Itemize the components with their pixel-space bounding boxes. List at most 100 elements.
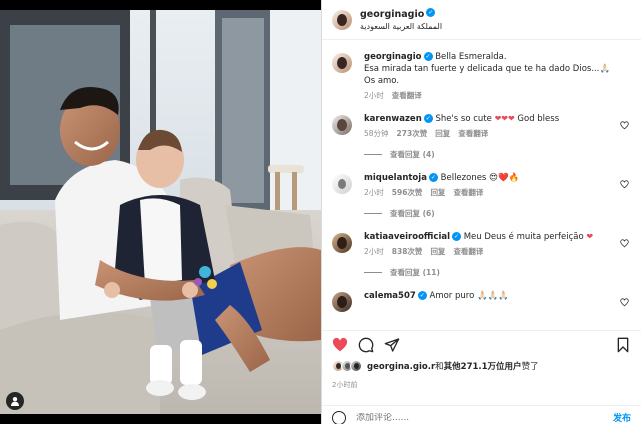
likes-suffix: 赞了: [521, 362, 539, 372]
like-heart-icon[interactable]: [332, 337, 348, 353]
caption-body: georginagio ✓ Bella Esmeralda. Esa mirada…: [364, 51, 614, 101]
comment-icon[interactable]: [358, 337, 374, 353]
person-icon: [11, 397, 19, 406]
view-replies-button[interactable]: 查看回复 (4): [364, 149, 631, 160]
post-header: georginagio ✓ المملكة العربية السعودية: [322, 0, 641, 40]
comment-avatar[interactable]: [332, 174, 352, 194]
comments-list[interactable]: georginagio ✓ Bella Esmeralda. Esa mirada…: [322, 41, 641, 327]
comment-like-icon[interactable]: [620, 121, 629, 130]
comment-likes[interactable]: 596次赞: [392, 187, 423, 198]
share-icon[interactable]: [384, 337, 400, 353]
comment-likes[interactable]: 838次赞: [392, 246, 423, 257]
caption-avatar[interactable]: [332, 53, 352, 73]
comment-message-suffix: God bless: [517, 114, 560, 124]
post-comment-button[interactable]: 发布: [613, 411, 631, 424]
comment-input[interactable]: [356, 412, 613, 423]
comment-body: katiaaveiroofficial ✓ Meu Deus é muita pe…: [364, 231, 614, 257]
caption-line-2: Esa mirada tan fuerte y delicada que te …: [364, 64, 611, 74]
comment-username[interactable]: calema507: [364, 291, 416, 301]
caption-translate-link[interactable]: 查看翻译: [392, 90, 422, 101]
comment-message: Amor puro 🙏🏻🙏🏻🙏🏻: [429, 291, 509, 301]
comment-like-icon[interactable]: [620, 239, 629, 248]
view-replies-button[interactable]: 查看回复 (11): [364, 267, 631, 278]
comment-avatar[interactable]: [332, 233, 352, 253]
comment-username[interactable]: karenwazen: [364, 114, 422, 124]
replies-divider: [364, 272, 382, 273]
post-photo[interactable]: [0, 0, 321, 424]
comment-reply-button[interactable]: 回复: [435, 128, 450, 139]
heart-emoji-icon: ❤❤❤: [494, 114, 515, 123]
comment-likes[interactable]: 273次赞: [397, 128, 428, 139]
replies-divider: [364, 154, 382, 155]
comment-translate-link[interactable]: 查看翻译: [458, 128, 488, 139]
post-actions: [322, 330, 641, 358]
comment-item: karenwazen ✓ She's so cute ❤❤❤ God bless …: [332, 113, 631, 139]
likes-others-link[interactable]: 其他271.1万位用户: [444, 362, 522, 372]
comment-translate-link[interactable]: 查看翻译: [453, 187, 483, 198]
comment-avatar[interactable]: [332, 292, 352, 312]
user-tag-button[interactable]: [6, 392, 24, 410]
replies-divider: [364, 213, 382, 214]
caption-time[interactable]: 2小时: [364, 90, 384, 101]
view-replies-button[interactable]: 查看回复 (6): [364, 208, 631, 219]
comment-meta: 2小时 838次赞 回复 查看翻译: [364, 246, 614, 257]
verified-badge-icon: ✓: [417, 291, 427, 300]
view-replies-label: 查看回复 (11): [390, 268, 440, 277]
comment-username[interactable]: katiaaveiroofficial: [364, 232, 450, 242]
comment-text: karenwazen ✓ She's so cute ❤❤❤ God bless: [364, 113, 614, 125]
bookmark-icon[interactable]: [615, 337, 631, 353]
verified-badge-icon: ✓: [423, 52, 433, 61]
likes-summary: georgina.gio.r和其他271.1万位用户赞了: [332, 360, 631, 372]
post-date[interactable]: 2小时前: [332, 380, 357, 390]
liker-username[interactable]: georgina.gio.r: [367, 362, 435, 372]
comment-message: Meu Deus é muita perfeição: [463, 232, 584, 242]
comment-reply-button[interactable]: 回复: [430, 187, 445, 198]
verified-badge-icon: ✓: [423, 114, 433, 123]
caption: georginagio ✓ Bella Esmeralda. Esa mirada…: [332, 51, 631, 101]
verified-badge-icon: ✓: [452, 232, 462, 241]
caption-text: georginagio ✓ Bella Esmeralda. Esa mirada…: [364, 51, 614, 87]
caption-meta: 2小时 查看翻译: [364, 90, 614, 101]
comment-like-icon[interactable]: [620, 298, 629, 307]
view-replies-label: 查看回复 (6): [390, 209, 435, 218]
comment-avatar[interactable]: [332, 115, 352, 135]
comment-username[interactable]: miquelantoja: [364, 173, 427, 183]
emoji-picker-icon[interactable]: [332, 410, 346, 424]
emoji-icon: 😍❤️🔥: [489, 173, 520, 183]
author-meta: georginagio ✓ المملكة العربية السعودية: [360, 6, 442, 33]
caption-username[interactable]: georginagio: [364, 52, 422, 62]
post-image: [0, 0, 321, 424]
post-details-panel: georginagio ✓ المملكة العربية السعودية ge…: [321, 0, 641, 424]
add-comment-bar: 发布: [322, 405, 641, 424]
comment-time[interactable]: 58分钟: [364, 128, 389, 139]
comment-body: miquelantoja ✓ Bellezones 😍❤️🔥 2小时 596次赞 …: [364, 172, 614, 198]
verified-badge-icon: ✓: [426, 8, 436, 17]
comment-translate-link[interactable]: 查看翻译: [453, 246, 483, 257]
comment-item: calema507 ✓ Amor puro 🙏🏻🙏🏻🙏🏻: [332, 290, 631, 312]
comment-item: miquelantoja ✓ Bellezones 😍❤️🔥 2小时 596次赞 …: [332, 172, 631, 198]
post-location[interactable]: المملكة العربية السعودية: [360, 21, 442, 33]
comment-time[interactable]: 2小时: [364, 187, 384, 198]
likes-and: 和: [435, 362, 444, 372]
comment-reply-button[interactable]: 回复: [430, 246, 445, 257]
comment-like-icon[interactable]: [620, 180, 629, 189]
comment-meta: 2小时 596次赞 回复 查看翻译: [364, 187, 614, 198]
comment-text: katiaaveiroofficial ✓ Meu Deus é muita pe…: [364, 231, 614, 243]
author-avatar[interactable]: [332, 9, 352, 30]
comment-message: She's so cute: [435, 114, 492, 124]
verified-badge-icon: ✓: [428, 173, 438, 182]
comment-message: Bellezones: [440, 173, 487, 183]
caption-line-3: Os amo.: [364, 76, 400, 86]
comment-item: katiaaveiroofficial ✓ Meu Deus é muita pe…: [332, 231, 631, 257]
instagram-post-view: georginagio ✓ المملكة العربية السعودية ge…: [0, 0, 641, 424]
caption-line-1: Bella Esmeralda.: [435, 52, 507, 62]
heart-emoji-icon: ❤: [586, 232, 594, 241]
comment-text: calema507 ✓ Amor puro 🙏🏻🙏🏻🙏🏻: [364, 290, 614, 302]
comment-body: karenwazen ✓ She's so cute ❤❤❤ God bless …: [364, 113, 614, 139]
comment-text: miquelantoja ✓ Bellezones 😍❤️🔥: [364, 172, 614, 184]
comment-meta: 58分钟 273次赞 回复 查看翻译: [364, 128, 614, 139]
liker-avatars: [332, 360, 362, 372]
comment-time[interactable]: 2小时: [364, 246, 384, 257]
author-username[interactable]: georginagio: [360, 9, 424, 20]
liker-avatar[interactable]: [350, 360, 362, 372]
